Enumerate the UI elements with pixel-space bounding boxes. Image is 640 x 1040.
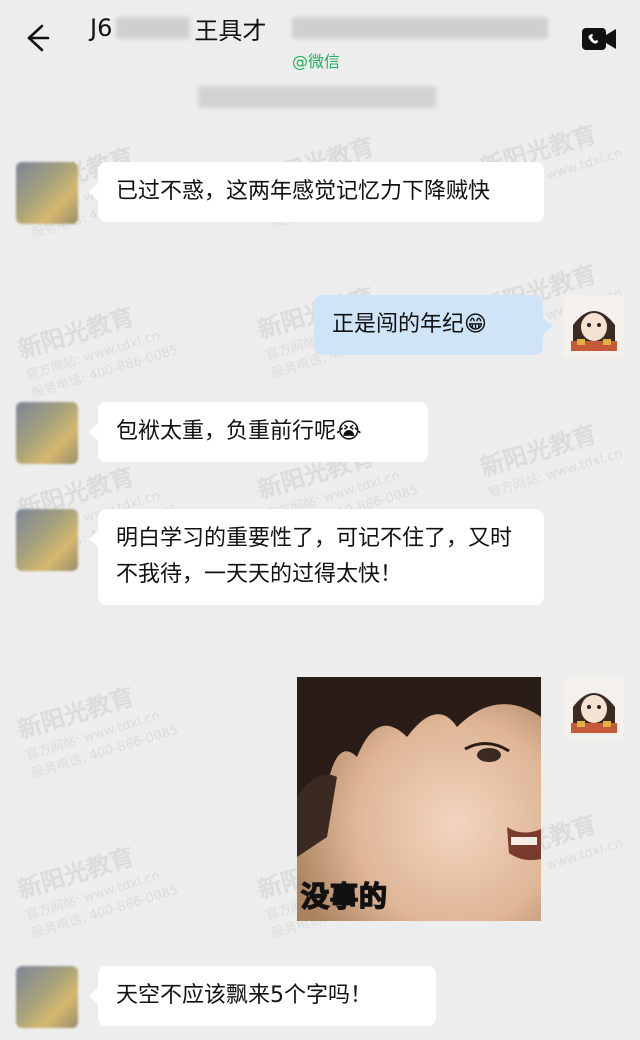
bubble-tail — [89, 184, 98, 200]
chat-title-name: 王具才 — [194, 16, 267, 45]
video-call-icon[interactable] — [581, 26, 617, 52]
bubble-tail — [89, 424, 98, 440]
watermark: 新阳光教育官方网站: www.tdxl.cn服务电话: 400-886-0085 — [14, 682, 180, 782]
cartoon-avatar-icon — [563, 677, 625, 739]
redacted-title-suffix — [292, 17, 549, 39]
sticker-caption: 没事的 — [300, 879, 389, 914]
crying-emoji-icon: 😭 — [336, 419, 362, 444]
message-bubble-incoming[interactable]: 天空不应该飘来5个字吗！ — [98, 966, 436, 1026]
contact-avatar[interactable] — [16, 966, 78, 1028]
redacted-name-part — [116, 17, 191, 39]
message-text: 已过不惑，这两年感觉记忆力下降贼快 — [116, 179, 491, 204]
my-avatar[interactable] — [563, 677, 625, 739]
message-text: 明白学习的重要性了，可记不住了，又时不我待，一天天的过得太快！ — [116, 526, 513, 587]
my-avatar[interactable] — [563, 295, 625, 357]
message-text: 天空不应该飘来5个字吗！ — [116, 983, 372, 1008]
contact-avatar[interactable] — [16, 509, 78, 571]
message-bubble-incoming[interactable]: 已过不惑，这两年感觉记忆力下降贼快 — [98, 162, 544, 222]
chat-header: J6 王具才 @微信 — [0, 0, 640, 78]
watermark: 新阳光教育官方网站: www.tdxl.cn — [476, 420, 625, 502]
sticker-image[interactable]: 没事的 — [297, 677, 541, 921]
bubble-tail — [543, 318, 552, 334]
wechat-source-tag: @微信 — [292, 52, 341, 71]
redacted-timestamp — [198, 86, 436, 108]
cartoon-avatar-icon — [563, 295, 625, 357]
grinning-emoji-icon: 😁 — [464, 312, 487, 337]
chat-title-prefix: J6 — [90, 14, 113, 42]
message-bubble-incoming[interactable]: 明白学习的重要性了，可记不住了，又时不我待，一天天的过得太快！ — [98, 509, 544, 605]
watermark: 新阳光教育官方网站: www.tdxl.cn服务电话: 400-886-0085 — [14, 842, 180, 942]
contact-avatar[interactable] — [16, 402, 78, 464]
message-bubble-outgoing[interactable]: 正是闯的年纪😁 — [314, 295, 543, 355]
back-arrow-icon[interactable] — [18, 20, 54, 56]
message-bubble-incoming[interactable]: 包袱太重，负重前行呢😭 — [98, 402, 428, 462]
chat-title: J6 王具才 — [90, 12, 549, 45]
message-text: 正是闯的年纪 — [332, 312, 465, 337]
bubble-tail — [89, 988, 98, 1004]
watermark: 新阳光教育官方网站: www.tdxl.cn服务电话: 400-886-0085 — [14, 302, 180, 402]
message-text: 包袱太重，负重前行呢 — [116, 419, 337, 444]
contact-avatar[interactable] — [16, 162, 78, 224]
bubble-tail — [89, 531, 98, 547]
